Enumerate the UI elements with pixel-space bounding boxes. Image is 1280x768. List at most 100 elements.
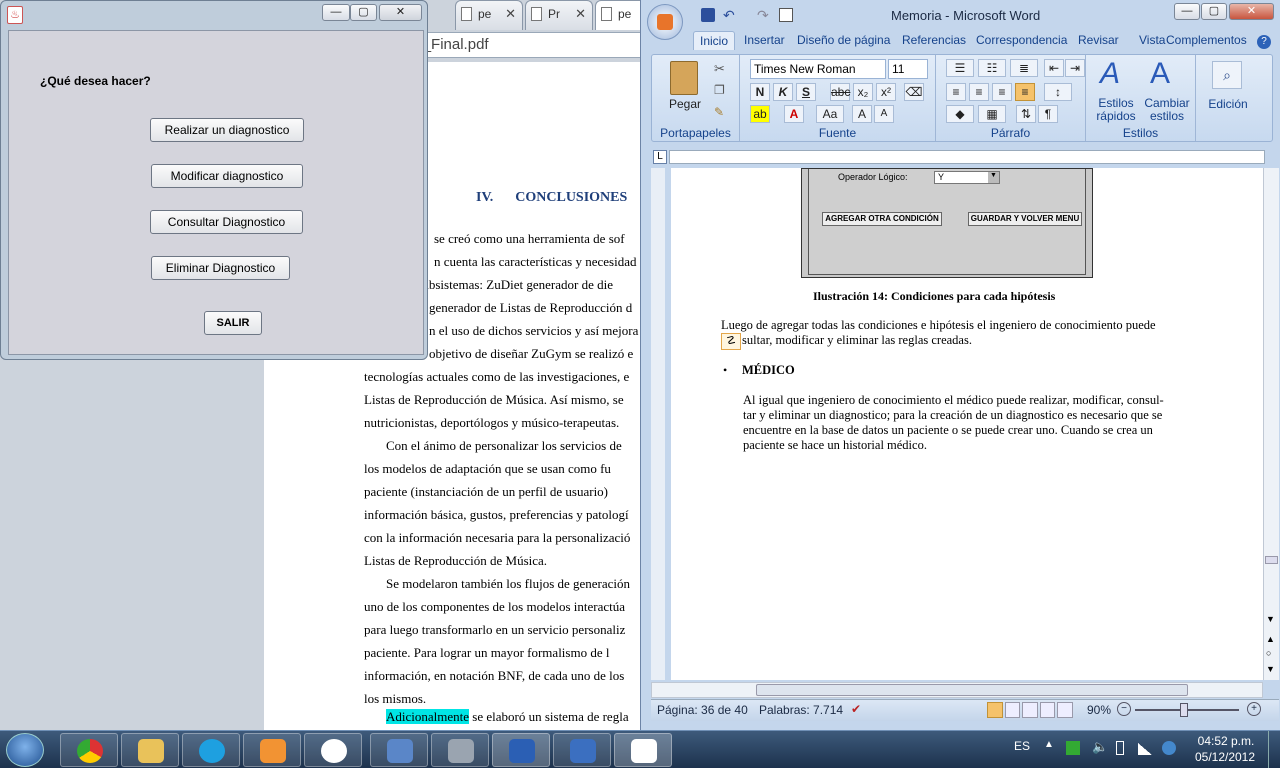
taskbar-skype[interactable] (182, 733, 240, 767)
vertical-scrollbar[interactable]: ▼ ▲ ○ ▼ (1263, 168, 1279, 680)
close-tab-icon[interactable]: ✕ (575, 6, 586, 22)
clear-format-icon[interactable]: ⌫ (904, 83, 924, 101)
proofing-icon[interactable]: ✔ (851, 702, 861, 716)
battery-icon[interactable] (1116, 741, 1124, 755)
redo-icon[interactable]: ↷ (757, 7, 769, 24)
increase-indent-icon[interactable]: ⇥ (1065, 59, 1085, 77)
tab-diseno[interactable]: Diseño de página (797, 33, 890, 47)
show-hidden-icons[interactable]: ▲ (1044, 739, 1054, 750)
taskbar-word[interactable] (492, 733, 550, 767)
scroll-thumb[interactable] (1265, 556, 1278, 564)
close-button[interactable]: ✕ (379, 4, 422, 21)
previous-page-icon[interactable]: ▲ (1266, 634, 1275, 644)
taskbar-gtalk[interactable] (304, 733, 362, 767)
shrink-font-icon[interactable]: A (874, 105, 894, 123)
zoom-level[interactable]: 90% (1087, 703, 1111, 717)
delete-diagnostic-button[interactable]: Eliminar Diagnostico (151, 256, 290, 280)
change-case-button[interactable]: Aa (816, 105, 844, 123)
quick-styles-icon[interactable]: A (1100, 57, 1120, 91)
autocorrect-icon[interactable]: ☡ (721, 333, 741, 350)
binoculars-icon[interactable]: ⌕ (1212, 61, 1242, 89)
next-page-icon[interactable]: ▼ (1266, 664, 1275, 674)
show-desktop-button[interactable] (1268, 731, 1280, 768)
decrease-indent-icon[interactable]: ⇤ (1044, 59, 1064, 77)
modify-diagnostic-button[interactable]: Modificar diagnostico (151, 164, 303, 188)
editing-button[interactable]: Edición (1196, 97, 1260, 111)
scroll-thumb[interactable] (756, 684, 1188, 696)
print-preview-icon[interactable] (779, 8, 793, 22)
strikethrough-button[interactable]: abc (830, 83, 850, 101)
word-count[interactable]: Palabras: 7.714 (759, 703, 843, 717)
numbering-icon[interactable]: ☷ (978, 59, 1006, 77)
borders-icon[interactable]: ▦ (978, 105, 1006, 123)
bold-button[interactable]: N (750, 83, 770, 101)
bullets-icon[interactable]: ☰ (946, 59, 974, 77)
save-icon[interactable] (701, 8, 715, 22)
full-screen-icon[interactable] (1004, 702, 1021, 718)
network-icon[interactable] (1066, 741, 1080, 755)
browser-tab[interactable]: Pr ✕ (525, 0, 593, 30)
print-layout-icon[interactable] (987, 702, 1003, 718)
align-right-icon[interactable]: ≡ (992, 83, 1012, 101)
font-color-icon[interactable]: A (784, 105, 804, 123)
scroll-down-icon[interactable]: ▼ (1266, 614, 1275, 624)
minimize-button[interactable]: — (322, 4, 350, 21)
tab-complementos[interactable]: Complementos (1166, 33, 1247, 47)
italic-button[interactable]: K (773, 83, 793, 101)
language-indicator[interactable]: ES (1014, 739, 1030, 753)
consult-diagnostic-button[interactable]: Consultar Diagnostico (150, 210, 303, 234)
minimize-button[interactable]: — (1174, 3, 1200, 20)
taskbar-chrome[interactable] (60, 733, 118, 767)
align-left-icon[interactable]: ≡ (946, 83, 966, 101)
tab-inicio[interactable]: Inicio (693, 31, 736, 50)
highlight-icon[interactable]: ab (750, 105, 770, 123)
change-styles-button[interactable]: Cambiar estilos (1140, 97, 1194, 123)
taskbar-database[interactable] (431, 733, 489, 767)
exit-button[interactable]: SALIR (204, 311, 262, 335)
close-tab-icon[interactable]: ✕ (505, 6, 516, 22)
maximize-button[interactable]: ▢ (350, 4, 377, 21)
line-spacing-icon[interactable]: ↕ (1044, 83, 1072, 101)
start-button[interactable] (6, 733, 44, 767)
office-button[interactable] (647, 4, 683, 40)
align-center-icon[interactable]: ≡ (969, 83, 989, 101)
shading-icon[interactable]: ◆ (946, 105, 974, 123)
show-marks-icon[interactable]: ¶ (1038, 105, 1058, 123)
help-icon[interactable]: ? (1257, 35, 1271, 49)
tab-insertar[interactable]: Insertar (744, 33, 785, 47)
undo-icon[interactable]: ↶ (723, 7, 735, 24)
font-name-select[interactable]: Times New Roman (750, 59, 886, 79)
quick-styles-button[interactable]: Estilos rápidos (1086, 97, 1146, 123)
zoom-out-icon[interactable]: − (1117, 702, 1131, 716)
font-size-select[interactable]: 11 (888, 59, 928, 79)
grow-font-icon[interactable]: A (852, 105, 872, 123)
horizontal-scrollbar[interactable] (651, 682, 1263, 698)
outline-icon[interactable] (1039, 702, 1056, 718)
taskbar-tools[interactable] (553, 733, 611, 767)
cut-icon[interactable]: ✂ (714, 61, 725, 77)
taskbar-explorer[interactable] (121, 733, 179, 767)
tab-correspondencia[interactable]: Correspondencia (976, 33, 1067, 47)
change-styles-icon[interactable]: A (1150, 57, 1170, 91)
browse-object-icon[interactable]: ○ (1266, 648, 1271, 658)
tab-vista[interactable]: Vista (1139, 33, 1165, 47)
format-painter-icon[interactable]: ✎ (714, 105, 724, 119)
browser-tab[interactable]: pe ✕ (455, 0, 523, 30)
underline-button[interactable]: S (796, 83, 816, 101)
tab-referencias[interactable]: Referencias (902, 33, 966, 47)
horizontal-ruler[interactable] (669, 150, 1265, 164)
create-diagnostic-button[interactable]: Realizar un diagnostico (150, 118, 304, 142)
multilevel-list-icon[interactable]: ≣ (1010, 59, 1038, 77)
sort-icon[interactable]: ⇅ (1016, 105, 1036, 123)
subscript-button[interactable]: x₂ (853, 83, 873, 101)
signal-icon[interactable] (1138, 743, 1152, 755)
page-indicator[interactable]: Página: 36 de 40 (657, 703, 748, 717)
paste-icon[interactable] (670, 61, 698, 95)
paste-button[interactable]: Pegar (662, 97, 708, 111)
tab-revisar[interactable]: Revisar (1078, 33, 1119, 47)
copy-icon[interactable]: ❐ (714, 83, 725, 97)
justify-icon[interactable]: ≡ (1015, 83, 1035, 101)
superscript-button[interactable]: x² (876, 83, 896, 101)
clock-time[interactable]: 04:52 p.m. (1196, 734, 1256, 748)
zoom-slider-thumb[interactable] (1180, 703, 1188, 717)
